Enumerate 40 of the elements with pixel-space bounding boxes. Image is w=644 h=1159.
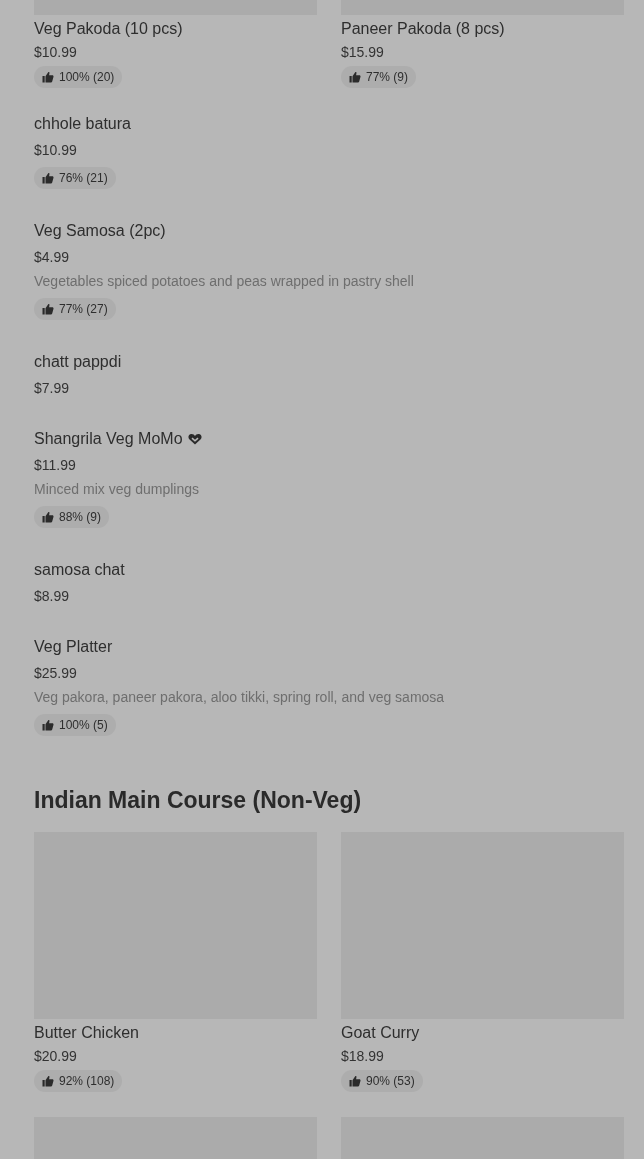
- item-price: $10.99: [34, 141, 78, 159]
- item-price: $7.99: [34, 379, 71, 397]
- rating-badge: 77% (27): [34, 298, 116, 320]
- item-price: $25.99: [34, 664, 78, 682]
- thumbs-up-icon: [42, 303, 54, 315]
- rating-badge: 88% (9): [34, 506, 110, 528]
- item-description: Minced mix veg dumplings: [34, 480, 200, 498]
- item-price: $11.99: [34, 456, 77, 474]
- item-name[interactable]: Veg Platter: [34, 636, 113, 658]
- item-name[interactable]: Paneer Pakoda (8 pcs): [341, 19, 624, 39]
- rating-badge: 90% (53): [341, 1070, 423, 1092]
- item-description: Veg pakora, paneer pakora, aloo tikki, spring roll, and veg samosa: [34, 688, 446, 706]
- section-heading: Indian Main Course (Non-Veg): [34, 786, 363, 815]
- item-price: $4.99: [34, 248, 71, 266]
- item-price: $15.99: [341, 43, 385, 61]
- thumbs-up-icon: [42, 71, 54, 83]
- thumbs-up-icon: [349, 1075, 361, 1087]
- item-name[interactable]: Goat Curry: [341, 1023, 624, 1043]
- item-name[interactable]: Butter Chicken: [34, 1023, 317, 1043]
- item-price: $18.99: [341, 1047, 385, 1065]
- item-name[interactable]: Veg Pakoda (10 pcs): [34, 19, 317, 39]
- thumbs-up-icon: [42, 511, 54, 523]
- thumbs-up-icon: [42, 172, 54, 184]
- rating-badge: 92% (108): [34, 1070, 123, 1092]
- item-name[interactable]: chatt pappdi: [34, 351, 122, 373]
- rating-badge: 100% (5): [34, 714, 116, 736]
- thumbs-up-icon: [349, 71, 361, 83]
- item-price: $20.99: [34, 1047, 78, 1065]
- thumbs-up-icon: [42, 719, 54, 731]
- item-description: Vegetables spiced potatoes and peas wrapped in pastry shell: [34, 272, 415, 290]
- thumbs-up-icon: [42, 1075, 54, 1087]
- item-name[interactable]: Shangrila Veg MoMo: [34, 428, 183, 450]
- item-price: $8.99: [34, 587, 71, 605]
- rating-badge: 77% (9): [341, 66, 417, 88]
- rating-badge: 100% (20): [34, 66, 123, 88]
- item-name[interactable]: chhole batura: [34, 113, 131, 135]
- item-price: $10.99: [34, 43, 78, 61]
- item-name[interactable]: samosa chat: [34, 559, 125, 581]
- rating-badge: 76% (21): [34, 167, 116, 189]
- item-name[interactable]: Veg Samosa (2pc): [34, 220, 166, 242]
